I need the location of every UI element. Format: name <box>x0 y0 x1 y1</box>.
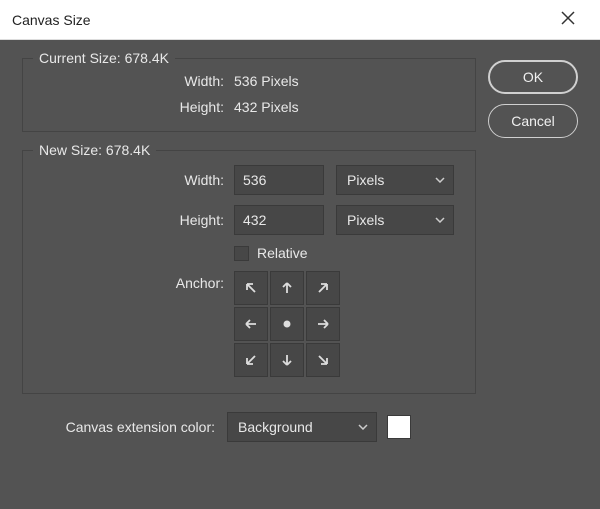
anchor-se[interactable] <box>306 343 340 377</box>
new-height-label: Height: <box>39 212 234 228</box>
main-column: Current Size: 678.4K Width: 536 Pixels H… <box>22 58 488 491</box>
relative-label: Relative <box>257 245 308 261</box>
anchor-ne[interactable] <box>306 271 340 305</box>
extension-label: Canvas extension color: <box>22 419 227 435</box>
extension-row: Canvas extension color: Background <box>22 412 476 442</box>
anchor-nw[interactable] <box>234 271 268 305</box>
titlebar: Canvas Size <box>0 0 600 40</box>
new-size-legend: New Size: 678.4K <box>33 142 156 158</box>
current-height-label: Height: <box>39 99 234 115</box>
chevron-down-icon <box>435 177 445 183</box>
button-column: OK Cancel <box>488 58 578 491</box>
chevron-down-icon <box>435 217 445 223</box>
relative-row: Relative <box>39 245 459 261</box>
current-size-legend: Current Size: 678.4K <box>33 50 175 66</box>
close-button[interactable] <box>548 0 588 40</box>
extension-color-swatch[interactable] <box>387 415 411 439</box>
current-height-row: Height: 432 Pixels <box>39 99 459 115</box>
current-height-value: 432 Pixels <box>234 99 299 115</box>
close-icon <box>561 9 575 30</box>
anchor-grid <box>234 271 340 377</box>
new-width-label: Width: <box>39 172 234 188</box>
anchor-row: Anchor: <box>39 271 459 377</box>
anchor-sw[interactable] <box>234 343 268 377</box>
new-height-unit-select[interactable]: Pixels <box>336 205 454 235</box>
new-width-unit-value: Pixels <box>347 172 384 188</box>
relative-checkbox[interactable] <box>234 246 249 261</box>
cancel-button[interactable]: Cancel <box>488 104 578 138</box>
current-width-row: Width: 536 Pixels <box>39 73 459 89</box>
dialog-body: Current Size: 678.4K Width: 536 Pixels H… <box>0 40 600 509</box>
anchor-s[interactable] <box>270 343 304 377</box>
extension-color-select[interactable]: Background <box>227 412 377 442</box>
new-width-input[interactable] <box>234 165 324 195</box>
current-width-label: Width: <box>39 73 234 89</box>
anchor-center[interactable] <box>270 307 304 341</box>
extension-color-value: Background <box>238 419 313 435</box>
anchor-e[interactable] <box>306 307 340 341</box>
new-width-unit-select[interactable]: Pixels <box>336 165 454 195</box>
new-width-row: Width: Pixels <box>39 165 459 195</box>
anchor-n[interactable] <box>270 271 304 305</box>
chevron-down-icon <box>358 424 368 430</box>
new-height-unit-value: Pixels <box>347 212 384 228</box>
ok-button[interactable]: OK <box>488 60 578 94</box>
current-width-value: 536 Pixels <box>234 73 299 89</box>
anchor-label: Anchor: <box>39 271 234 291</box>
dialog-title: Canvas Size <box>12 12 548 28</box>
current-size-group: Current Size: 678.4K Width: 536 Pixels H… <box>22 58 476 132</box>
new-height-input[interactable] <box>234 205 324 235</box>
anchor-w[interactable] <box>234 307 268 341</box>
new-height-row: Height: Pixels <box>39 205 459 235</box>
new-size-group: New Size: 678.4K Width: Pixels Height: P… <box>22 150 476 394</box>
